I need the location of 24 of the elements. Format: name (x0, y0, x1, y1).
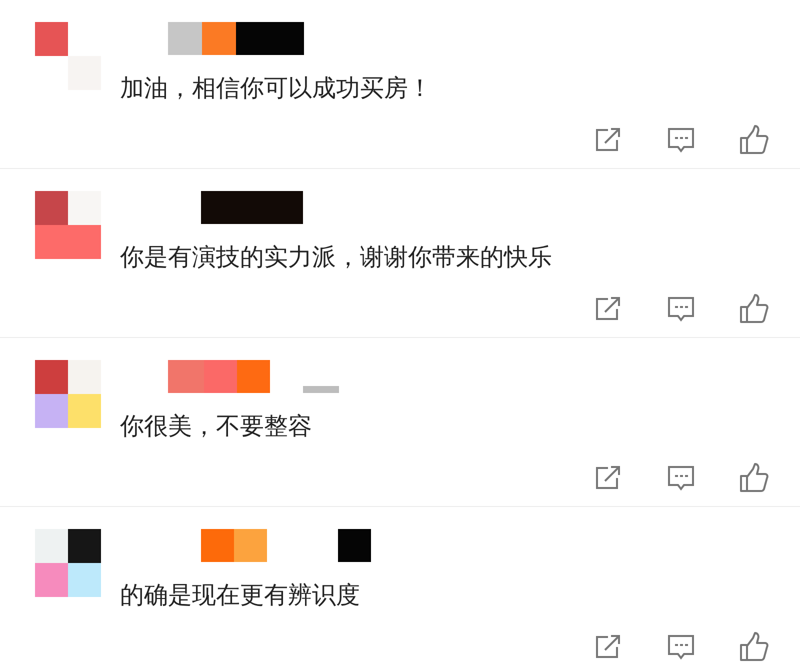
comment-icon (666, 126, 694, 154)
comment-text: 的确是现在更有辨识度 (120, 580, 361, 610)
thumbs-up-icon (738, 124, 768, 154)
comment-text: 加油，相信你可以成功买房！ (120, 73, 433, 103)
thumbs-up-icon (738, 462, 768, 492)
share-icon (594, 634, 622, 660)
like-button[interactable] (737, 630, 770, 663)
like-button[interactable] (737, 461, 770, 494)
thumbs-up-icon (738, 294, 768, 324)
avatar (35, 22, 101, 90)
comment-text: 你很美，不要整容 (120, 411, 313, 441)
avatar (35, 529, 101, 597)
avatar (35, 360, 101, 428)
like-button[interactable] (737, 123, 770, 156)
comment-icon (666, 632, 694, 660)
comment-text: 你是有演技的实力派，谢谢你带来的快乐 (120, 242, 553, 272)
thumbs-up-icon (738, 632, 768, 662)
share-icon (594, 126, 622, 152)
avatar (35, 191, 101, 259)
like-button[interactable] (737, 292, 770, 325)
comment-icon (666, 464, 694, 492)
share-icon (594, 296, 622, 322)
share-icon (594, 464, 622, 490)
comment-icon (666, 294, 694, 322)
